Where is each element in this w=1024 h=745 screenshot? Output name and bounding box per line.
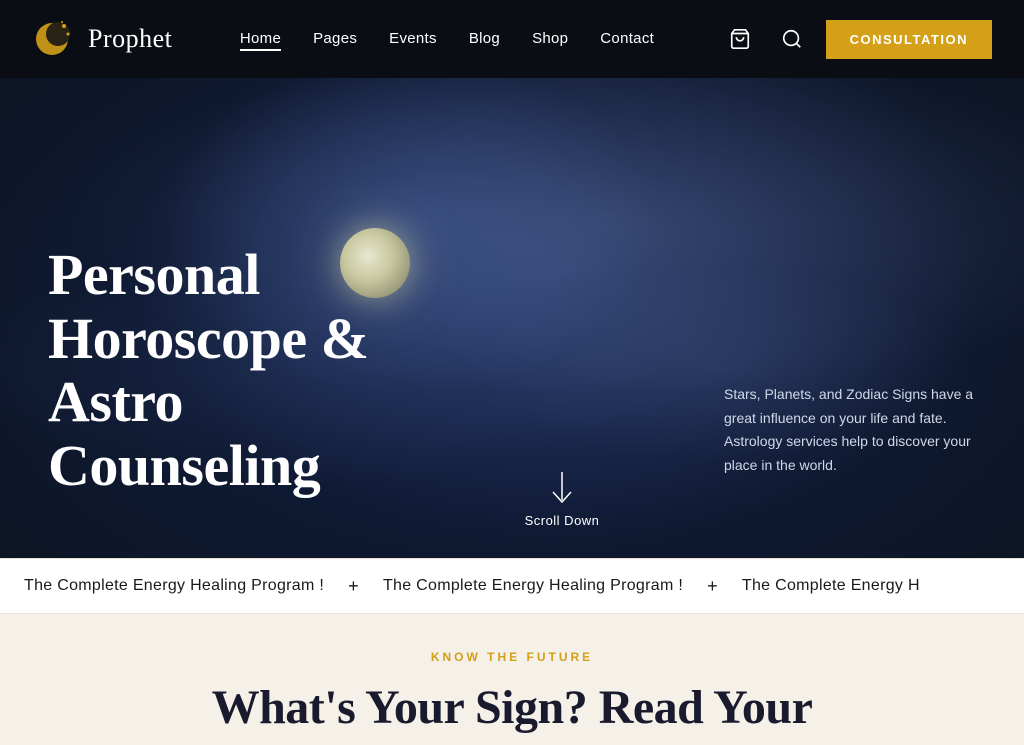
- nav-link-blog[interactable]: Blog: [469, 30, 500, 47]
- hero-right: Stars, Planets, and Zodiac Signs have a …: [704, 78, 1024, 558]
- scroll-arrow[interactable]: [547, 475, 577, 505]
- nav-item-events[interactable]: Events: [389, 30, 437, 48]
- navbar: Prophet Home Pages Events Blog Shop Cont…: [0, 0, 1024, 78]
- ticker-text-2: The Complete Energy H: [742, 577, 920, 595]
- ticker-item-0: The Complete Energy Healing Program !: [0, 577, 348, 595]
- nav-link-shop[interactable]: Shop: [532, 30, 568, 47]
- search-button[interactable]: [774, 21, 810, 57]
- below-section: KNOW THE FUTURE What's Your Sign? Read Y…: [0, 614, 1024, 745]
- hero-title: Personal Horoscope & Astro Counseling: [48, 243, 420, 498]
- nav-item-shop[interactable]: Shop: [532, 30, 568, 48]
- ticker-inner: The Complete Energy Healing Program ! + …: [0, 576, 944, 597]
- hero-center: Scroll Down: [420, 78, 704, 558]
- hero-description: Stars, Planets, and Zodiac Signs have a …: [724, 383, 984, 478]
- section-title: What's Your Sign? Read Your: [212, 680, 813, 735]
- cart-icon: [729, 28, 751, 50]
- ticker-text-1: The Complete Energy Healing Program !: [383, 577, 683, 595]
- ticker-text-0: The Complete Energy Healing Program !: [24, 577, 324, 595]
- hero-content: Personal Horoscope & Astro Counseling Sc…: [0, 78, 1024, 558]
- hero-section: Personal Horoscope & Astro Counseling Sc…: [0, 78, 1024, 558]
- nav-item-contact[interactable]: Contact: [600, 30, 654, 48]
- arrow-down-icon: [548, 472, 576, 508]
- nav-link-home[interactable]: Home: [240, 30, 281, 51]
- logo-icon: [32, 16, 78, 62]
- ticker-item-2: The Complete Energy H: [718, 577, 944, 595]
- scroll-label: Scroll Down: [525, 513, 600, 528]
- nav-item-blog[interactable]: Blog: [469, 30, 500, 48]
- logo[interactable]: Prophet: [32, 16, 172, 62]
- nav-item-home[interactable]: Home: [240, 30, 281, 48]
- nav-link-pages[interactable]: Pages: [313, 30, 357, 47]
- ticker-plus-0: +: [348, 576, 359, 597]
- hero-left: Personal Horoscope & Astro Counseling: [0, 78, 420, 558]
- ticker-band: The Complete Energy Healing Program ! + …: [0, 558, 1024, 614]
- nav-link-events[interactable]: Events: [389, 30, 437, 47]
- nav-item-pages[interactable]: Pages: [313, 30, 357, 48]
- nav-links: Home Pages Events Blog Shop Contact: [240, 30, 654, 48]
- section-tag: KNOW THE FUTURE: [431, 650, 593, 664]
- search-icon: [781, 28, 803, 50]
- nav-right: CONSULTATION: [722, 20, 992, 59]
- brand-name: Prophet: [88, 24, 172, 54]
- consultation-button[interactable]: CONSULTATION: [826, 20, 992, 59]
- ticker-item-1: The Complete Energy Healing Program !: [359, 577, 707, 595]
- nav-link-contact[interactable]: Contact: [600, 30, 654, 47]
- ticker-plus-1: +: [707, 576, 718, 597]
- cart-button[interactable]: [722, 21, 758, 57]
